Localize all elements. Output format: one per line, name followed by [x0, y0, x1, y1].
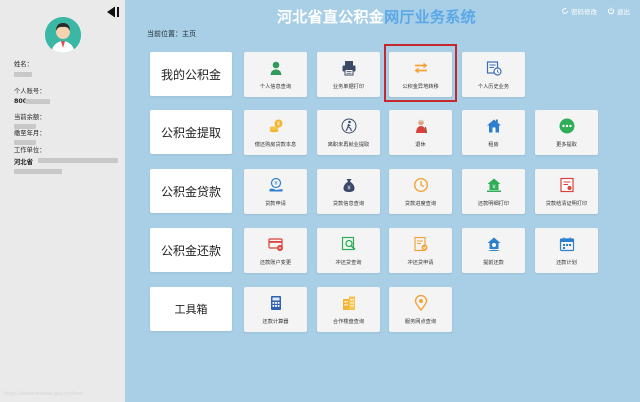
apply-doc-icon: [413, 236, 429, 252]
sidebar: 姓名： 个人账号： 800 当前余额： 缴至年月： 工作单位： 河北省 http…: [0, 0, 125, 402]
paid-until-label: 缴至年月：: [14, 130, 46, 137]
early-repay-icon: [486, 236, 502, 252]
category-fund-withdrawal[interactable]: 公积金提取: [150, 110, 232, 154]
tile-loan-progress[interactable]: 贷款进度查询: [389, 169, 452, 214]
history-icon: [486, 60, 502, 76]
card-change-icon: [267, 236, 284, 252]
tile-retirement[interactable]: 退休: [389, 110, 452, 155]
svg-text:¥: ¥: [492, 185, 496, 191]
page-title: 河北省直公积金网厅业务系统: [277, 8, 476, 26]
tile-personal-history[interactable]: 个人历史业务: [462, 52, 525, 97]
logout-button[interactable]: 退出: [607, 6, 630, 16]
refresh-icon: [562, 7, 568, 14]
balance-value: [14, 124, 36, 129]
tile-service-outlets[interactable]: 服务网点查询: [389, 287, 452, 332]
employer-value-hidden: [38, 158, 118, 163]
collapse-arrow-icon[interactable]: [106, 5, 120, 19]
person-icon: [268, 60, 284, 76]
paid-until-value: [14, 140, 36, 145]
breadcrumb: 当前位置：主页: [147, 30, 196, 38]
loan-hand-icon: ¥: [268, 177, 284, 193]
progress-clock-icon: [413, 177, 429, 193]
tile-loan-apply[interactable]: ¥ 贷款申请: [244, 169, 307, 214]
category-toolbox[interactable]: 工具箱: [150, 287, 232, 331]
change-password-button[interactable]: 密码修改: [561, 6, 597, 16]
name-value: [14, 72, 32, 77]
tile-offset-loan-apply[interactable]: 冲还贷申请: [389, 228, 452, 273]
avatar: [45, 17, 81, 53]
tile-repayment-details-print[interactable]: ¥ 还款明细打印: [462, 169, 525, 214]
account-label: 个人账号：: [14, 88, 46, 95]
tile-personal-info[interactable]: 个人信息查询: [244, 52, 307, 97]
retiree-icon: [413, 118, 429, 134]
svg-text:¥: ¥: [274, 181, 278, 187]
employer-value: 河北省: [14, 159, 33, 166]
calendar-icon: [559, 236, 575, 252]
employer-label: 工作单位：: [14, 147, 46, 154]
tile-loan-info[interactable]: ¥ 贷款信息查询: [317, 169, 380, 214]
tile-repayment-calculator[interactable]: 还款计算器: [244, 287, 307, 332]
tile-document-print[interactable]: 业务单据打印: [317, 52, 380, 97]
tile-loan-settlement-print[interactable]: 贷款结清证明打印: [535, 169, 598, 214]
balance-label: 当前余额：: [14, 114, 46, 121]
coins-icon: ¥: [268, 118, 284, 134]
tile-rent[interactable]: 租房: [462, 110, 525, 155]
calculator-icon: [268, 295, 284, 311]
house-money-icon: ¥: [486, 177, 502, 193]
tile-repayment-plan[interactable]: 还款计划: [535, 228, 598, 273]
employer-value-line2: [14, 169, 62, 174]
name-label: 姓名：: [14, 61, 33, 68]
printer-icon: [341, 60, 357, 76]
walking-person-icon: [341, 118, 357, 134]
tile-repay-mortgage[interactable]: ¥ 偿还购房贷款本息: [244, 110, 307, 155]
main-panel: 河北省直公积金网厅业务系统 密码修改 退出 当前位置：主页 我的公积金 个人信息…: [125, 0, 640, 402]
svg-text:¥: ¥: [276, 122, 280, 128]
account-value-hidden: [25, 99, 50, 104]
tile-more-withdraw[interactable]: 更多提取: [535, 110, 598, 155]
tile-early-repayment[interactable]: 提前还款: [462, 228, 525, 273]
certificate-icon: [559, 177, 575, 193]
building-icon: [341, 295, 357, 311]
more-icon: [559, 118, 575, 134]
tile-unemployed-withdraw[interactable]: 离职未再就业提取: [317, 110, 380, 155]
money-bag-icon: ¥: [341, 177, 357, 193]
power-icon: [607, 7, 615, 15]
url-watermark: https://www.ehebei.gov.cn/fund: [4, 391, 84, 397]
category-my-fund[interactable]: 我的公积金: [150, 52, 232, 96]
search-doc-icon: [341, 236, 357, 252]
svg-text:¥: ¥: [347, 186, 351, 192]
rent-house-icon: [486, 118, 502, 134]
tile-repay-account-change[interactable]: 还款账户变更: [244, 228, 307, 273]
category-fund-loan[interactable]: 公积金贷款: [150, 169, 232, 213]
tile-offset-loan-query[interactable]: 冲还贷查询: [317, 228, 380, 273]
location-pin-icon: [413, 295, 429, 311]
category-fund-repayment[interactable]: 公积金还款: [150, 228, 232, 272]
selected-tile-highlight: [384, 44, 457, 102]
tile-partner-property[interactable]: 合作楼盘查询: [317, 287, 380, 332]
